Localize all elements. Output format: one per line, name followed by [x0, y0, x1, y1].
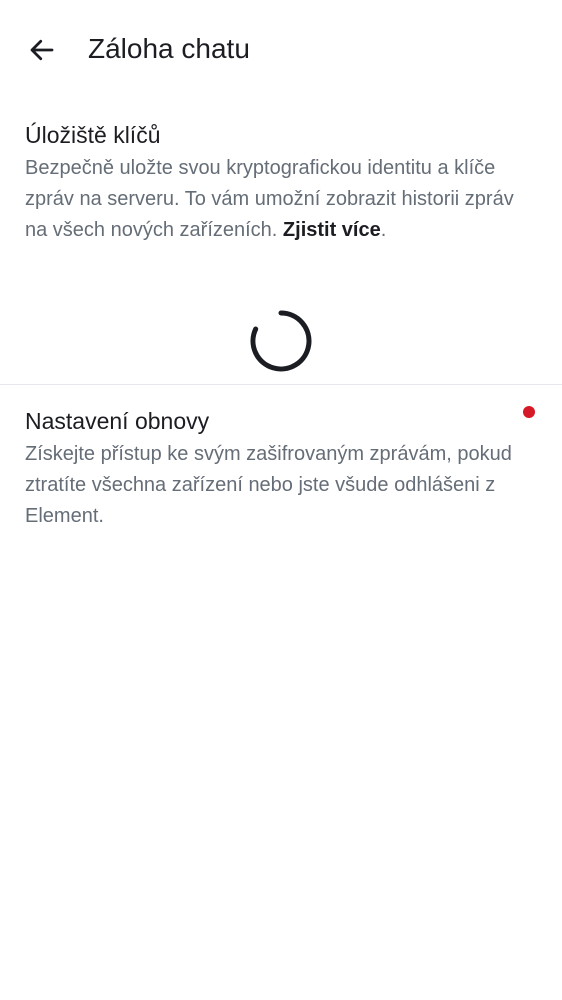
notification-dot-icon — [523, 406, 535, 418]
top-app-bar: Záloha chatu — [0, 0, 562, 100]
back-button[interactable] — [20, 28, 64, 72]
description-period: . — [380, 219, 387, 241]
recovery-settings-item[interactable]: Nastavení obnovy Získejte přístup ke svý… — [0, 385, 562, 545]
key-storage-description: Bezpečně uložte svou kryptografickou ide… — [25, 153, 515, 246]
recovery-heading: Nastavení obnovy — [25, 408, 210, 434]
recovery-section: Nastavení obnovy Získejte přístup ke svý… — [25, 406, 515, 532]
learn-more-link[interactable]: Zjistit více — [283, 219, 381, 241]
key-storage-section: Úložiště klíčů Bezpečně uložte svou kryp… — [25, 120, 515, 246]
page-title: Záloha chatu — [88, 33, 250, 64]
recovery-description: Získejte přístup ke svým zašifrovaným zp… — [25, 443, 512, 527]
arrow-left-icon — [30, 39, 54, 61]
key-storage-description-text: Bezpečně uložte svou kryptografickou ide… — [25, 157, 514, 241]
key-storage-heading: Úložiště klíčů — [25, 122, 161, 148]
spinner-icon — [250, 310, 312, 372]
